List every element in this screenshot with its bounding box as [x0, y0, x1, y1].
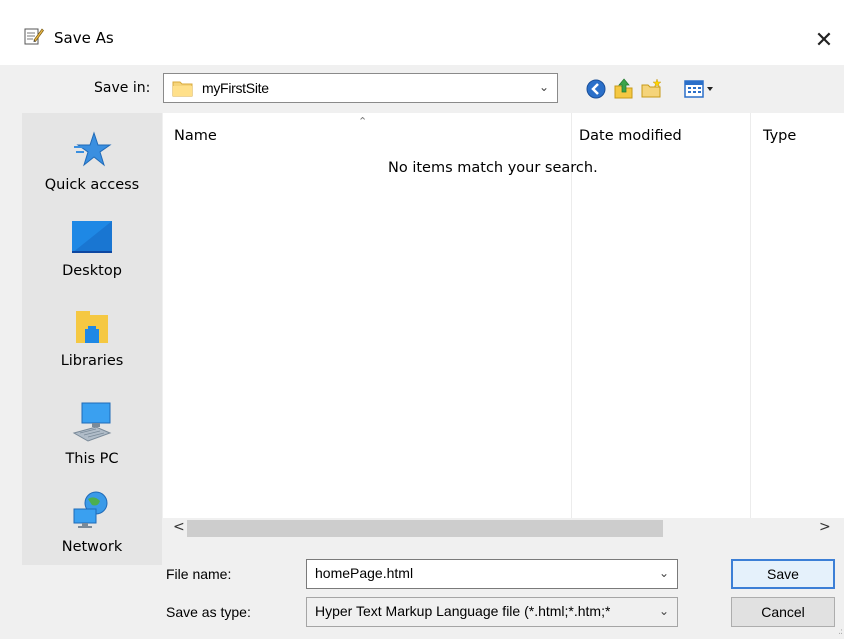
scroll-left-icon[interactable]: < [173, 519, 185, 535]
place-label: This PC [65, 451, 119, 467]
place-quick-access[interactable]: Quick access [22, 131, 162, 193]
column-divider[interactable] [750, 113, 751, 518]
column-header-name[interactable]: Name [174, 128, 217, 144]
column-header-date-modified[interactable]: Date modified [579, 128, 682, 144]
file-name-label: File name: [166, 566, 232, 582]
save-button[interactable]: Save [731, 559, 835, 589]
file-name-input[interactable]: homePage.html ⌄ [306, 559, 678, 589]
save-in-value: myFirstSite [202, 80, 269, 96]
window-title: Save As [54, 29, 114, 47]
chevron-down-icon: ⌄ [538, 80, 549, 94]
file-name-value: homePage.html [315, 565, 414, 581]
cancel-button[interactable]: Cancel [731, 597, 835, 627]
place-libraries[interactable]: Libraries [22, 309, 162, 369]
place-desktop[interactable]: Desktop [22, 219, 162, 279]
view-menu-icon[interactable] [683, 77, 719, 101]
save-as-type-value: Hyper Text Markup Language file (*.html;… [315, 603, 611, 619]
column-header-type[interactable]: Type [763, 128, 796, 144]
scroll-thumb[interactable] [187, 520, 663, 537]
place-label: Network [61, 539, 123, 555]
resize-grip-icon[interactable]: .: [838, 627, 843, 637]
notepad-edit-icon [24, 28, 44, 45]
scroll-right-icon[interactable]: > [819, 519, 831, 535]
network-icon [73, 491, 108, 528]
place-label: Quick access [44, 177, 140, 193]
folder-icon [172, 81, 193, 97]
save-as-type-dropdown[interactable]: Hyper Text Markup Language file (*.html;… [306, 597, 678, 627]
save-as-type-label: Save as type: [166, 604, 251, 620]
place-network[interactable]: Network [22, 491, 162, 555]
new-folder-icon[interactable] [640, 77, 664, 101]
places-bar: Quick access Desktop Libraries This PC N… [22, 113, 162, 565]
back-icon[interactable] [584, 77, 608, 101]
place-label: Desktop [62, 263, 122, 279]
save-in-label: Save in: [94, 80, 151, 96]
chevron-down-icon[interactable]: ⌄ [659, 566, 669, 580]
computer-icon [72, 402, 112, 442]
title-bar: Save As ✕ [0, 8, 844, 65]
sort-ascending-icon: ⌃ [358, 115, 368, 128]
libraries-icon [76, 311, 108, 343]
chevron-down-icon: ⌄ [658, 604, 669, 618]
save-in-dropdown[interactable]: myFirstSite ⌄ [163, 73, 558, 103]
star-icon [74, 131, 112, 167]
desktop-icon [72, 221, 112, 253]
empty-message: No items match your search. [388, 160, 598, 176]
close-button[interactable]: ✕ [804, 16, 844, 64]
file-list[interactable]: ⌃ Name Date modified Type No items match… [163, 113, 844, 518]
horizontal-scrollbar[interactable]: < > [163, 518, 844, 540]
place-label: Libraries [60, 353, 124, 369]
close-icon: ✕ [814, 27, 834, 53]
up-folder-icon[interactable] [612, 77, 636, 101]
place-this-pc[interactable]: This PC [22, 399, 162, 467]
